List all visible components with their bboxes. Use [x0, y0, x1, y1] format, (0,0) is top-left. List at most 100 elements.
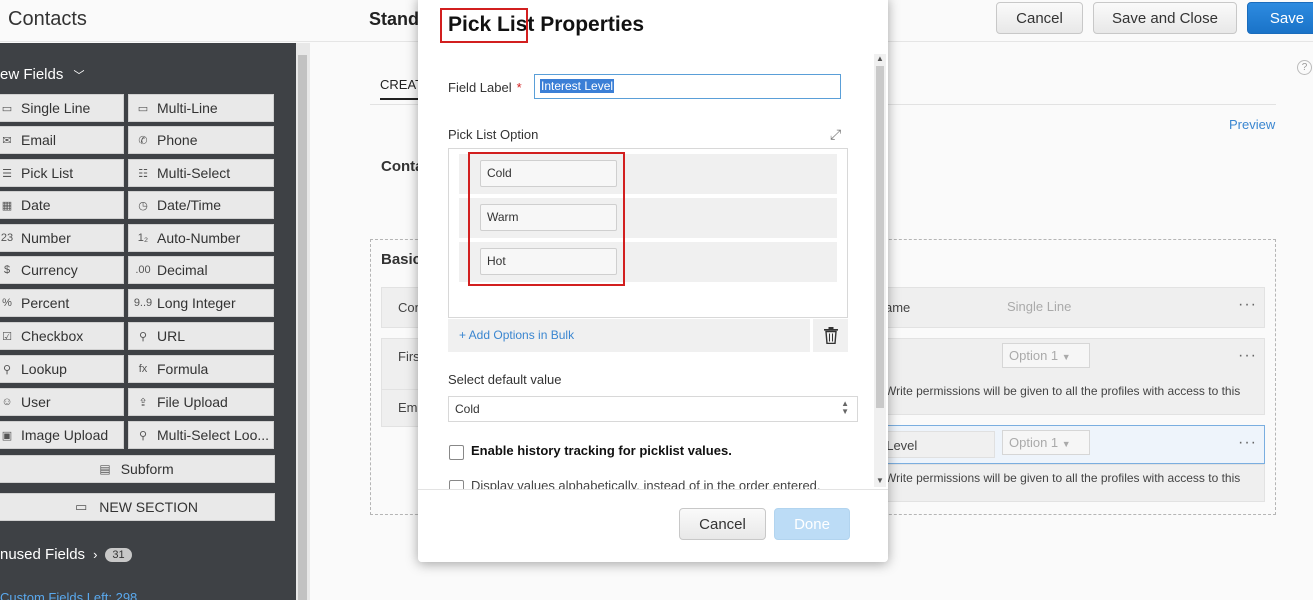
option-select-value: Option 1: [1009, 435, 1059, 450]
dialog-scrollbar[interactable]: ▲ ▼: [874, 54, 886, 487]
sidebar-field-image-upload[interactable]: ▣ Image Upload: [0, 421, 124, 449]
sidebar-field-multi-select-loo[interactable]: ⚲ Multi-Select Loo...: [128, 421, 274, 449]
field-type-icon: $: [3, 264, 11, 276]
alphabetical-label: Display values alphabetically, instead o…: [471, 478, 821, 489]
sidebar-field-email[interactable]: ✉ Email: [0, 126, 124, 154]
field-palette-sidebar: ew Fields ﹀ ▭ Single Line ▭ Multi-Line ✉ Emai…: [0, 43, 296, 600]
select-default-label: Select default value: [448, 372, 562, 387]
sidebar-field-date-time[interactable]: ◷ Date/Time: [128, 191, 274, 219]
sidebar-field-number[interactable]: 23 Number: [0, 224, 124, 252]
field-type-label: URL: [157, 328, 186, 344]
new-section-label: NEW SECTION: [99, 499, 199, 515]
sidebar-scrollbar[interactable]: [296, 43, 310, 600]
sidebar-field-user[interactable]: ☺ User: [0, 388, 124, 416]
unused-fields-header[interactable]: nused Fields › 31: [0, 546, 132, 563]
field-type-icon: 23: [0, 232, 14, 244]
field-type-label: Phone: [157, 132, 198, 148]
caret-down-icon: ▼: [1061, 352, 1071, 362]
field-type-label: User: [21, 394, 51, 410]
field-type-label: Date/Time: [157, 197, 222, 213]
section-title: Basic: [381, 251, 422, 268]
more-options-icon[interactable]: ···: [1238, 296, 1257, 314]
default-value-select[interactable]: Cold ▲ ▼: [448, 396, 858, 422]
more-options-icon[interactable]: ···: [1238, 434, 1257, 452]
scroll-up-icon[interactable]: ▲: [876, 54, 884, 63]
trash-icon[interactable]: [813, 319, 848, 352]
field-type-label: Image Upload: [21, 427, 109, 443]
field-type-icon: ▭: [137, 102, 149, 115]
field-type-label: Decimal: [157, 262, 208, 278]
field-type-label: Multi-Line: [157, 100, 218, 116]
sidebar-field-phone[interactable]: ✆ Phone: [128, 126, 274, 154]
sidebar-field-single-line[interactable]: ▭ Single Line: [0, 94, 124, 122]
field-type-label: Single Line: [21, 100, 91, 116]
save-button[interactable]: Save: [1247, 2, 1313, 34]
field-type-label: Currency: [21, 262, 78, 278]
default-value-text: Cold: [455, 402, 480, 416]
trash-svg: [823, 327, 838, 344]
picklist-properties-dialog: Pick List Properties Field Label * Intere…: [418, 0, 888, 562]
field-type-label: Date: [21, 197, 51, 213]
option-select[interactable]: Option 1 ▼: [1002, 430, 1090, 455]
sidebar-field-decimal[interactable]: .00 Decimal: [128, 256, 274, 284]
option-select[interactable]: Option 1 ▼: [1002, 343, 1090, 368]
more-options-icon[interactable]: ···: [1238, 347, 1257, 365]
cancel-button[interactable]: Cancel: [996, 2, 1083, 34]
sidebar-field-percent[interactable]: % Percent: [0, 289, 124, 317]
subform-field[interactable]: ▤ Subform: [0, 455, 275, 483]
scrollbar-thumb[interactable]: [298, 55, 307, 600]
sidebar-field-checkbox[interactable]: ☑ Checkbox: [0, 322, 124, 350]
sidebar-field-multi-select[interactable]: ☷ Multi-Select: [128, 159, 274, 187]
new-fields-header[interactable]: ew Fields ﹀: [0, 66, 85, 83]
sidebar-field-formula[interactable]: fx Formula: [128, 355, 274, 383]
sidebar-field-url[interactable]: ⚲ URL: [128, 322, 274, 350]
select-arrows-icon: ▲ ▼: [841, 399, 849, 416]
scrollbar-thumb[interactable]: [876, 66, 884, 408]
field-type-icon: .00: [135, 264, 151, 276]
dialog-done-button[interactable]: Done: [774, 508, 850, 540]
scroll-down-icon[interactable]: ▼: [876, 476, 884, 485]
sidebar-field-date[interactable]: ▦ Date: [0, 191, 124, 219]
sidebar-field-pick-list[interactable]: ☰ Pick List: [0, 159, 124, 187]
sidebar-field-currency[interactable]: $ Currency: [0, 256, 124, 284]
option-select-value: Option 1: [1009, 348, 1059, 363]
caret-down-icon: ▼: [1061, 439, 1071, 449]
history-tracking-checkbox[interactable]: [449, 445, 464, 460]
field-type-label: Multi-Select Loo...: [157, 427, 270, 443]
chevron-right-icon: ›: [93, 547, 98, 562]
field-type-icon: 1₂: [137, 232, 149, 244]
sidebar-field-auto-number[interactable]: 1₂ Auto-Number: [128, 224, 274, 252]
expand-icon[interactable]: ⤢: [830, 126, 841, 143]
field-label-label: Field Label *: [448, 80, 522, 95]
highlight-box: [440, 8, 528, 43]
history-tracking-label: Enable history tracking for picklist val…: [471, 443, 732, 458]
help-icon[interactable]: ?: [1297, 60, 1312, 75]
new-section-button[interactable]: ▭ NEW SECTION: [0, 493, 275, 521]
alphabetical-checkbox[interactable]: [449, 480, 464, 489]
field-type-label: Number: [21, 230, 71, 246]
field-label-input[interactable]: Interest Level: [534, 74, 841, 99]
field-type-icon: %: [2, 297, 12, 309]
sidebar-field-lookup[interactable]: ⚲ Lookup: [0, 355, 124, 383]
preview-link[interactable]: Preview: [1229, 117, 1275, 132]
field-type-icon: fx: [138, 363, 148, 375]
permission-note: Write permissions will be given to all t…: [885, 471, 1241, 485]
dialog-cancel-button[interactable]: Cancel: [679, 508, 766, 540]
row-field-type: Single Line: [1007, 299, 1072, 314]
app-title: Contacts: [8, 8, 87, 30]
sidebar-field-multi-line[interactable]: ▭ Multi-Line: [128, 94, 274, 122]
field-type-icon: ☰: [2, 167, 12, 180]
sidebar-field-file-upload[interactable]: ⇪ File Upload: [128, 388, 274, 416]
subform-icon: ▤: [99, 462, 111, 476]
row-field-left: Firs: [398, 349, 420, 364]
custom-fields-left: Custom Fields Left: 298: [0, 590, 138, 600]
field-type-label: Lookup: [21, 361, 67, 377]
add-options-in-bulk-link[interactable]: + Add Options in Bulk: [448, 319, 810, 352]
tab-create[interactable]: CREAT: [380, 77, 424, 100]
save-and-close-button[interactable]: Save and Close: [1093, 2, 1237, 34]
subform-label: Subform: [120, 461, 174, 477]
field-type-label: Multi-Select: [157, 165, 231, 181]
field-type-label: Percent: [21, 295, 70, 311]
sidebar-field-long-integer[interactable]: 9..9 Long Integer: [128, 289, 274, 317]
section-icon: ▭: [74, 499, 88, 514]
